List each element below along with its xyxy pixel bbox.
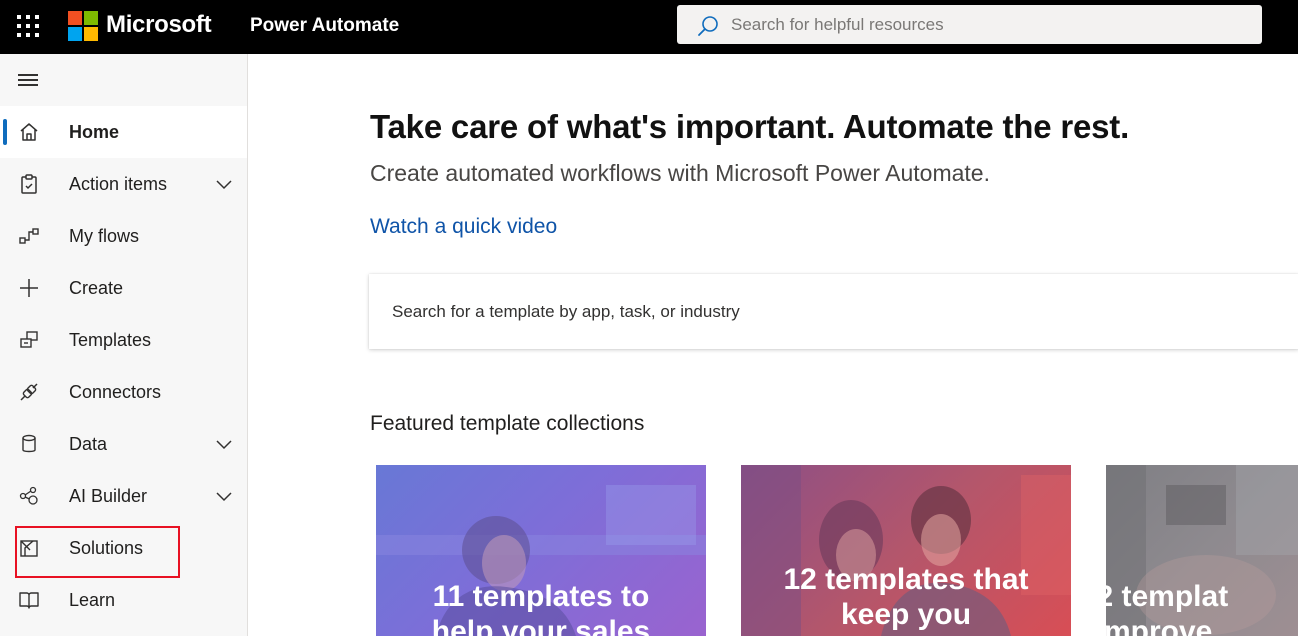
chevron-down-icon[interactable] <box>215 490 233 502</box>
ai-builder-icon <box>19 486 38 505</box>
sidebar-item-label: Solutions <box>69 538 144 558</box>
chevron-down-icon[interactable] <box>215 438 233 450</box>
card-title-line: help your sales <box>431 615 651 636</box>
sidebar-item-my-flows[interactable]: My flows <box>0 210 247 262</box>
sidebar-item-label: Create <box>69 278 124 298</box>
sidebar-item-home[interactable]: Home <box>0 106 247 158</box>
card-title-line: 11 templates to <box>432 580 650 613</box>
card-title-line: 12 templat <box>1106 580 1229 613</box>
sidebar-item-label: AI Builder <box>69 486 148 506</box>
template-search-input[interactable] <box>392 274 1272 349</box>
resource-search-input[interactable] <box>731 5 1251 44</box>
sidebar-item-label: Home <box>69 122 120 142</box>
template-search-box[interactable] <box>369 274 1298 349</box>
sidebar-item-learn[interactable]: Learn <box>0 574 247 626</box>
hamburger-menu-icon[interactable] <box>18 72 40 88</box>
card-title-line: 12 templates that <box>783 563 1029 596</box>
plug-icon <box>20 383 38 401</box>
sidebar-item-ai-builder[interactable]: AI Builder <box>0 470 247 522</box>
home-icon <box>20 123 38 141</box>
template-collection-card[interactable]: 12 templates that keep you <box>741 465 1071 636</box>
app-launcher-icon[interactable] <box>17 15 39 37</box>
template-collection-card[interactable]: 12 templat improve <box>1106 465 1298 636</box>
database-icon <box>22 434 36 453</box>
main-content: Take care of what's important. Automate … <box>249 54 1298 636</box>
search-icon <box>698 16 718 36</box>
left-navigation: Home Action items My flows Create Templa… <box>0 54 248 636</box>
flow-icon <box>19 228 39 244</box>
sidebar-item-action-items[interactable]: Action items <box>0 158 247 210</box>
template-collection-card[interactable]: 11 templates to help your sales <box>376 465 706 636</box>
sidebar-item-data[interactable]: Data <box>0 418 247 470</box>
sidebar-item-label: Templates <box>69 330 152 350</box>
watch-video-link[interactable]: Watch a quick video <box>370 215 557 239</box>
sidebar-item-solutions[interactable]: Solutions <box>0 522 247 574</box>
top-bar: Microsoft Power Automate <box>0 0 1298 54</box>
sidebar-item-label: Action items <box>69 174 168 194</box>
sidebar-item-templates[interactable]: Templates <box>0 314 247 366</box>
featured-collections-heading: Featured template collections <box>370 412 645 435</box>
solutions-icon <box>20 540 38 557</box>
sidebar-item-connectors[interactable]: Connectors <box>0 366 247 418</box>
page-title: Take care of what's important. Automate … <box>370 108 1130 145</box>
chevron-down-icon[interactable] <box>215 178 233 190</box>
sidebar-item-label: Learn <box>69 590 116 610</box>
page-subtitle: Create automated workflows with Microsof… <box>370 160 990 186</box>
book-icon <box>19 592 39 609</box>
sidebar-item-label: My flows <box>69 226 140 246</box>
card-title-line: keep you <box>840 598 972 631</box>
brand-name[interactable]: Microsoft <box>106 11 212 39</box>
clipboard-icon <box>21 174 37 194</box>
app-title[interactable]: Power Automate <box>250 15 399 37</box>
sidebar-item-label: Data <box>69 434 108 454</box>
resource-search-box[interactable] <box>677 5 1262 44</box>
plus-icon <box>20 279 38 297</box>
sidebar-item-label: Connectors <box>69 382 162 402</box>
microsoft-logo-icon <box>68 11 98 41</box>
templates-icon <box>20 331 38 348</box>
card-title-line: improve <box>1106 615 1213 636</box>
sidebar-item-create[interactable]: Create <box>0 262 247 314</box>
